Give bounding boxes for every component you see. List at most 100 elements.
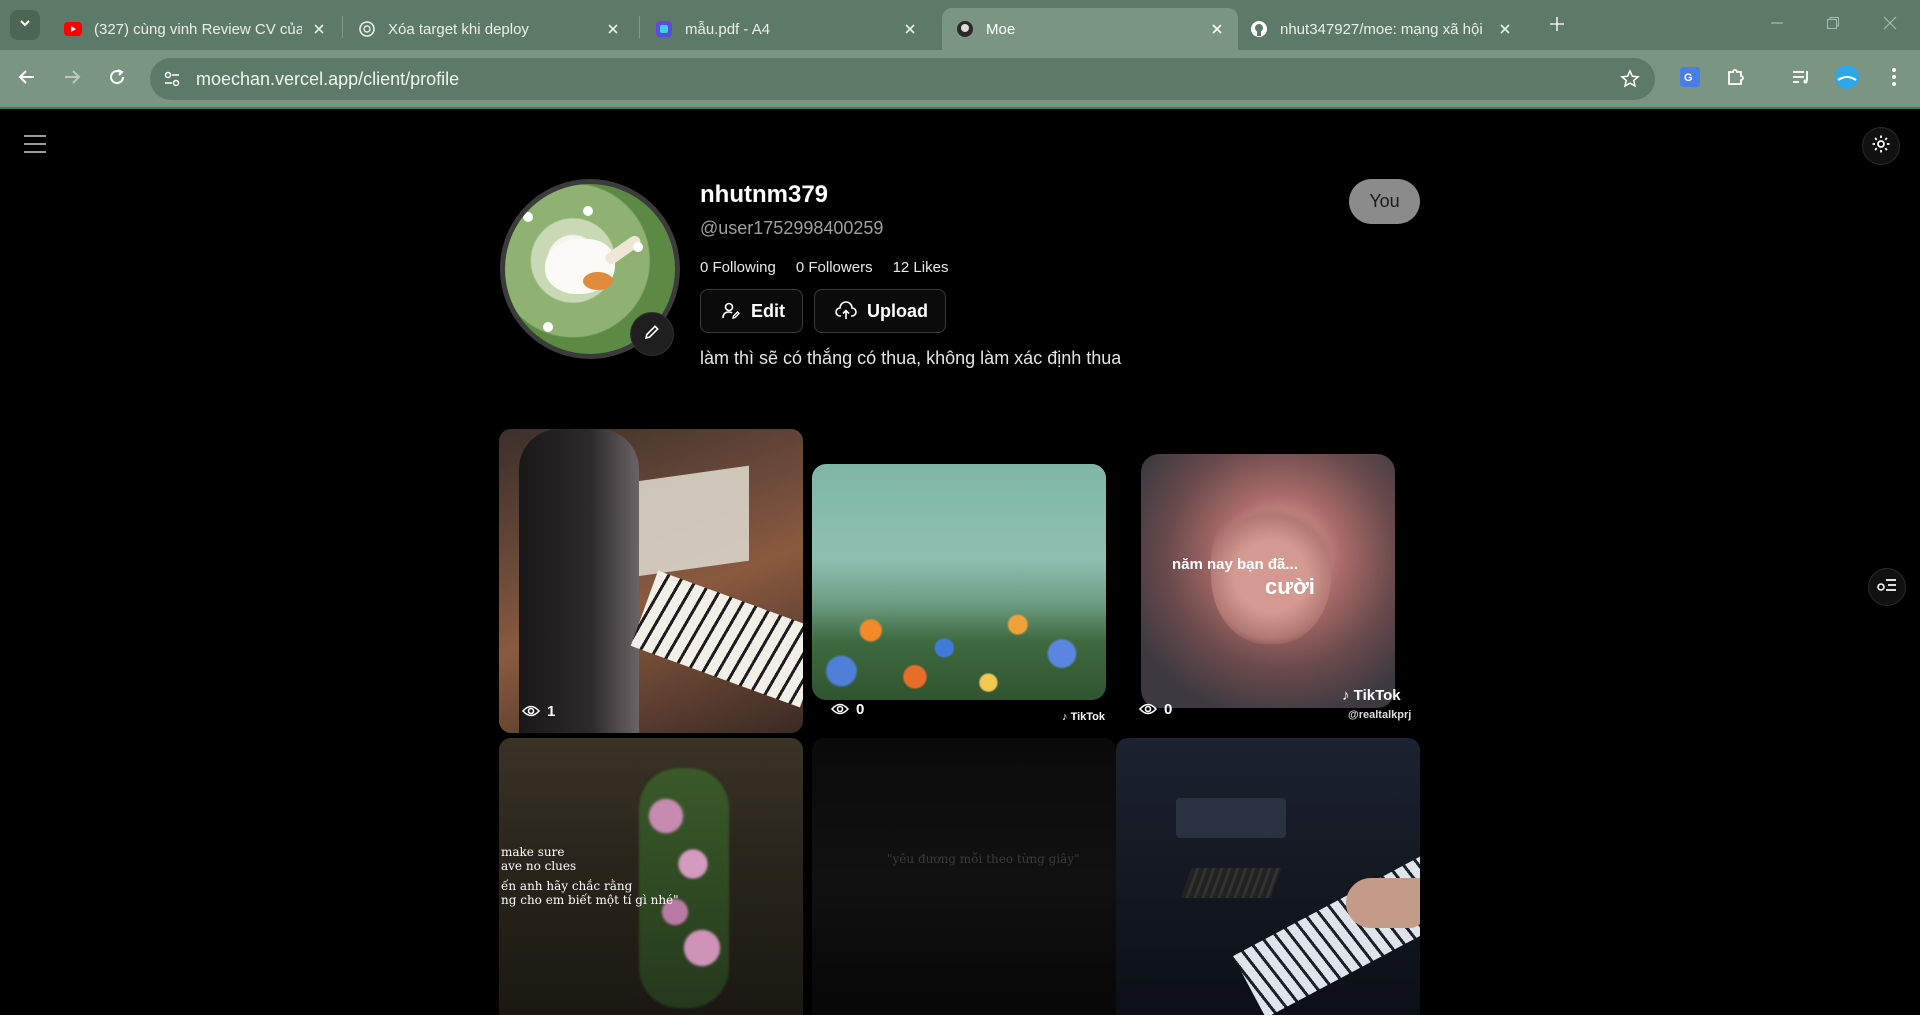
close-icon[interactable] [310, 20, 328, 38]
playlist-icon [1790, 66, 1812, 93]
site-info-icon[interactable] [160, 67, 184, 91]
close-icon[interactable] [1496, 20, 1514, 38]
forward-button[interactable] [55, 62, 89, 96]
tab-github[interactable]: nhut347927/moe: mạng xã hội [1236, 8, 1526, 50]
pencil-icon [643, 323, 661, 346]
profile-button[interactable] [1830, 62, 1864, 96]
gear-icon [1871, 134, 1891, 159]
profile-username: nhutnm379 [700, 181, 829, 208]
side-panel-button[interactable] [1868, 568, 1906, 606]
close-icon[interactable] [1208, 20, 1226, 38]
following-count[interactable]: 0 Following [700, 259, 776, 276]
tab-search-button[interactable] [10, 10, 40, 40]
arrow-left-icon [18, 68, 36, 91]
reload-icon [108, 68, 126, 91]
sheet-music-image [629, 465, 749, 578]
eye-icon [521, 701, 541, 721]
tiktok-icon: ♪ [1062, 711, 1068, 723]
view-count: 0 [1138, 699, 1172, 719]
media-control-button[interactable] [1784, 62, 1818, 96]
reload-button[interactable] [100, 62, 134, 96]
profile-bio: làm thì sẽ có thắng có thua, không làm x… [700, 348, 1122, 368]
browser-menu-button[interactable] [1877, 62, 1911, 96]
view-count-value: 0 [856, 700, 865, 718]
followers-count[interactable]: 0 Followers [796, 259, 873, 276]
tab-title: (327) cùng vinh Review CV của [94, 20, 302, 38]
video-card[interactable] [812, 464, 1106, 700]
back-button[interactable] [10, 62, 44, 96]
you-badge: You [1349, 179, 1420, 224]
monitor-image [1176, 798, 1286, 838]
tab-youtube[interactable]: (327) cùng vinh Review CV của [50, 8, 340, 50]
figure-image [519, 429, 639, 733]
profile-avatar-icon [1834, 64, 1860, 95]
hamburger-menu-button[interactable] [20, 131, 50, 161]
lyric-line: ng cho em biết một tí gì nhé" [501, 893, 679, 907]
tiktok-handle: @realtalkprj [1348, 709, 1412, 721]
chatgpt-icon [358, 20, 376, 38]
lyric-line: ến anh hãy chắc rằng [501, 879, 633, 893]
youtube-icon [64, 20, 82, 38]
user-edit-icon [721, 300, 741, 322]
google-translate-button[interactable]: G [1673, 62, 1707, 96]
profile-stats: 0 Following 0 Followers 12 Likes [700, 259, 948, 276]
pdf-app-icon [655, 20, 673, 38]
translate-icon: G [1679, 66, 1701, 93]
lyric-line: make sure [501, 845, 565, 859]
eye-icon [830, 699, 850, 719]
tab-pdf[interactable]: mẫu.pdf - A4 [641, 8, 931, 50]
close-icon[interactable] [604, 20, 622, 38]
hamburger-icon [22, 133, 48, 160]
video-card[interactable] [1116, 738, 1420, 1015]
tab-title: nhut347927/moe: mạng xã hội [1280, 20, 1483, 38]
profile-avatar [500, 179, 680, 359]
browser-toolbar: moechan.vercel.app/client/profile G [0, 50, 1920, 108]
tiktok-watermark: ♪ TikTok [1062, 711, 1105, 723]
tab-strip: (327) cùng vinh Review CV của Xóa target… [0, 0, 1920, 50]
tab-separator [639, 16, 640, 38]
minimize-button[interactable] [1764, 12, 1790, 38]
video-caption-top: năm nay bạn đã... [1172, 556, 1298, 573]
moe-icon [956, 20, 974, 38]
edit-profile-button[interactable]: Edit [700, 289, 803, 333]
profile-handle: @user1752998400259 [700, 218, 884, 238]
cloud-upload-icon [835, 300, 857, 322]
likes-count: 12 Likes [892, 259, 949, 276]
window-close-button[interactable] [1877, 12, 1903, 38]
github-icon [1250, 20, 1268, 38]
computer-keyboard-image [1180, 868, 1282, 898]
restore-button[interactable] [1820, 12, 1846, 38]
video-card[interactable]: make sure ave no clues ến anh hãy chắc r… [499, 738, 803, 1015]
avatar-edit-button[interactable] [630, 312, 674, 356]
video-card[interactable]: 1 [499, 429, 803, 733]
tiktok-watermark-text: TikTok [1353, 687, 1401, 704]
kebab-menu-icon [1891, 67, 1897, 92]
address-bar[interactable]: moechan.vercel.app/client/profile [150, 58, 1655, 100]
bookmark-star-icon[interactable] [1619, 68, 1641, 90]
view-count: 0 [830, 699, 864, 719]
tab-title: mẫu.pdf - A4 [685, 20, 771, 38]
url-text: moechan.vercel.app/client/profile [196, 68, 460, 89]
video-caption: "yêu đương mỗi theo từng giây" [887, 852, 1080, 866]
tiktok-watermark: ♪ TikTok [1342, 687, 1401, 704]
extensions-button[interactable] [1719, 62, 1753, 96]
hand-image [1346, 878, 1420, 928]
upload-button[interactable]: Upload [814, 289, 946, 333]
tab-title: Moe [986, 20, 1016, 38]
tiktok-icon: ♪ [1342, 687, 1350, 704]
close-icon[interactable] [901, 20, 919, 38]
puzzle-icon [1725, 66, 1747, 93]
piano-keys-image [630, 570, 803, 708]
video-caption-main: cười [1265, 574, 1315, 599]
video-card[interactable]: "yêu đương mỗi theo từng giây" [812, 738, 1116, 1015]
tab-title: Xóa target khi deploy [388, 20, 529, 38]
tab-moe[interactable]: Moe [942, 8, 1238, 50]
settings-button[interactable] [1862, 127, 1900, 165]
tab-chatgpt[interactable]: Xóa target khi deploy [344, 8, 634, 50]
list-settings-icon [1876, 575, 1898, 600]
edit-label: Edit [751, 300, 785, 321]
video-card[interactable]: năm nay bạn đã... cười [1141, 454, 1395, 708]
new-tab-button[interactable] [1543, 12, 1571, 40]
svg-text:G: G [1684, 72, 1693, 84]
close-icon [1883, 16, 1897, 35]
